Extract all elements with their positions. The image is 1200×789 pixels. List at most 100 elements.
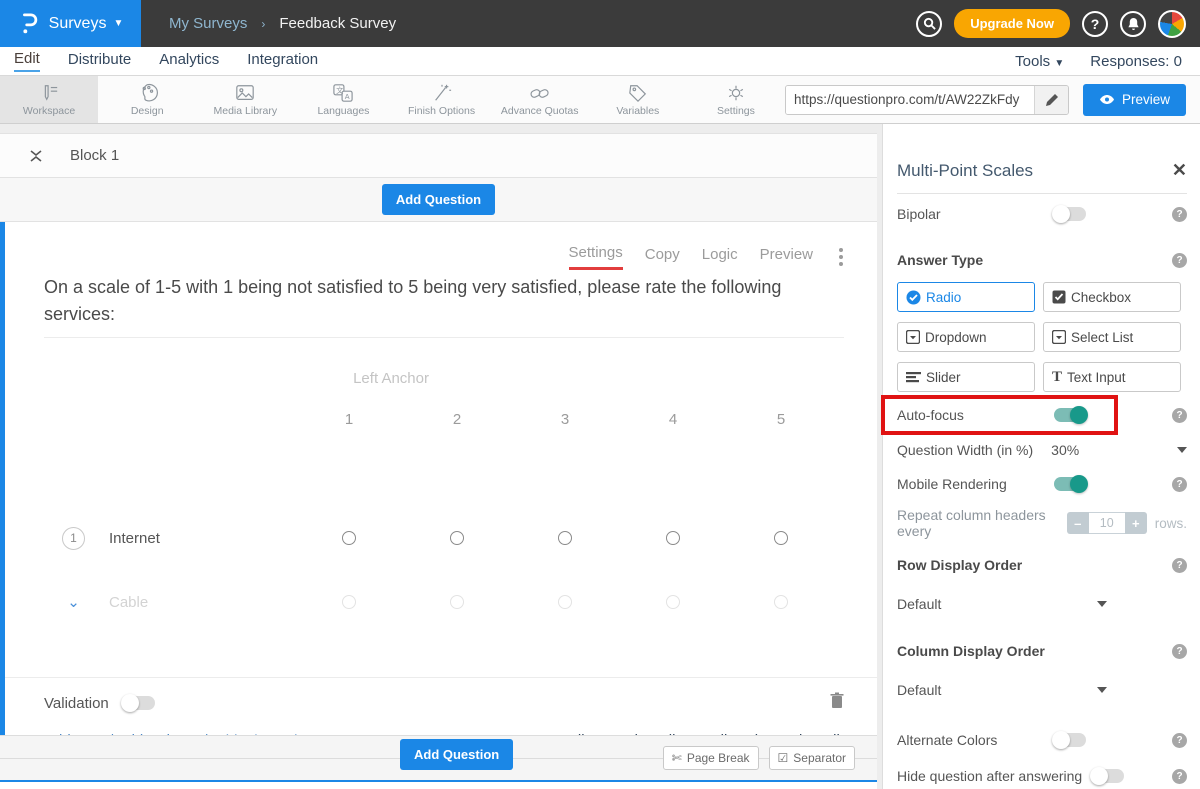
preview-button[interactable]: Preview bbox=[1083, 84, 1186, 116]
column-display-order-label: Column Display Order bbox=[897, 643, 1045, 659]
breadcrumb-my-surveys[interactable]: My Surveys bbox=[169, 15, 247, 32]
answer-type-dropdown[interactable]: Dropdown bbox=[897, 322, 1035, 352]
matrix-table: Left Anchor Right Anchor 1 2 3 4 5 1 bbox=[44, 352, 844, 634]
left-anchor-label[interactable]: Left Anchor bbox=[287, 370, 496, 387]
column-header-1[interactable]: 1 bbox=[295, 411, 403, 428]
column-header-2[interactable]: 2 bbox=[403, 411, 511, 428]
radio-cable-4[interactable] bbox=[666, 595, 680, 609]
search-button[interactable] bbox=[916, 11, 942, 37]
tab-analytics[interactable]: Analytics bbox=[159, 51, 219, 71]
column-display-order-select[interactable]: Default bbox=[897, 682, 1187, 698]
survey-url-input[interactable] bbox=[786, 86, 1034, 114]
add-question-button-bottom[interactable]: Add Question bbox=[400, 739, 513, 770]
radio-internet-3[interactable] bbox=[558, 531, 572, 545]
row-number-badge[interactable]: 1 bbox=[62, 527, 85, 550]
help-button[interactable]: ? bbox=[1082, 11, 1108, 37]
question-width-value[interactable]: 30% bbox=[1051, 442, 1079, 458]
search-icon bbox=[923, 17, 936, 30]
column-header-4[interactable]: 4 bbox=[619, 411, 727, 428]
help-icon[interactable]: ? bbox=[1172, 207, 1187, 222]
column-header-3[interactable]: 3 bbox=[511, 411, 619, 428]
repeat-headers-input[interactable] bbox=[1089, 512, 1125, 534]
chevron-down-icon[interactable] bbox=[1097, 601, 1107, 607]
column-header-5[interactable]: 5 bbox=[727, 411, 835, 428]
radio-internet-5[interactable] bbox=[774, 531, 788, 545]
toolbar-item-settings[interactable]: Settings bbox=[687, 76, 785, 123]
tab-edit[interactable]: Edit bbox=[14, 50, 40, 72]
question-width-row[interactable]: Question Width (in %) 30% bbox=[897, 442, 1187, 458]
row-label-cable[interactable]: Cable bbox=[109, 594, 148, 611]
matrix-row-internet: 1 Internet bbox=[44, 506, 844, 570]
answer-type-slider[interactable]: Slider bbox=[897, 362, 1035, 392]
row-label-internet[interactable]: Internet bbox=[109, 530, 160, 547]
question-tab-copy[interactable]: Copy bbox=[645, 246, 680, 269]
user-avatar[interactable] bbox=[1158, 10, 1186, 38]
collapse-block-button[interactable] bbox=[30, 150, 42, 162]
radio-internet-1[interactable] bbox=[342, 531, 356, 545]
responses-count[interactable]: Responses: 0 bbox=[1090, 53, 1182, 70]
radio-cable-1[interactable] bbox=[342, 595, 356, 609]
bipolar-toggle[interactable] bbox=[1052, 204, 1088, 224]
select-list-icon bbox=[1052, 330, 1066, 344]
question-tab-preview[interactable]: Preview bbox=[760, 246, 813, 269]
chevron-down-icon[interactable] bbox=[1177, 447, 1187, 453]
help-icon[interactable]: ? bbox=[1172, 644, 1187, 659]
separator-button[interactable]: ☑Separator bbox=[769, 746, 855, 770]
translate-icon: 文A bbox=[332, 83, 354, 103]
question-text[interactable]: On a scale of 1-5 with 1 being not satis… bbox=[44, 274, 814, 328]
column-display-order-value[interactable]: Default bbox=[897, 682, 941, 698]
toolbar-item-languages[interactable]: 文A Languages bbox=[294, 76, 392, 123]
close-icon[interactable]: ✕ bbox=[1172, 160, 1187, 181]
validation-row: Validation bbox=[44, 692, 844, 714]
question-tab-logic[interactable]: Logic bbox=[702, 246, 738, 269]
toolbar-item-design[interactable]: Design bbox=[98, 76, 196, 123]
row-display-order-select[interactable]: Default bbox=[897, 596, 1187, 612]
chevron-down-icon[interactable] bbox=[1097, 687, 1107, 693]
validation-toggle[interactable] bbox=[121, 693, 157, 713]
notifications-button[interactable] bbox=[1120, 11, 1146, 37]
bipolar-row: Bipolar ? bbox=[897, 206, 1187, 222]
tab-integration[interactable]: Integration bbox=[247, 51, 318, 71]
toolbar-item-media-library[interactable]: Media Library bbox=[196, 76, 294, 123]
radio-internet-4[interactable] bbox=[666, 531, 680, 545]
answer-type-select-list[interactable]: Select List bbox=[1043, 322, 1181, 352]
minus-button[interactable]: – bbox=[1067, 512, 1089, 534]
toolbar-item-workspace[interactable]: Workspace bbox=[0, 76, 98, 123]
hide-question-toggle[interactable] bbox=[1090, 766, 1126, 786]
question-tab-settings[interactable]: Settings bbox=[569, 244, 623, 270]
radio-cable-2[interactable] bbox=[450, 595, 464, 609]
checkbox-icon bbox=[1052, 290, 1066, 304]
help-icon[interactable]: ? bbox=[1172, 253, 1187, 268]
block-title[interactable]: Block 1 bbox=[70, 147, 119, 164]
upgrade-now-button[interactable]: Upgrade Now bbox=[954, 9, 1070, 38]
help-icon[interactable]: ? bbox=[1172, 477, 1187, 492]
answer-type-text-input[interactable]: T Text Input bbox=[1043, 362, 1181, 392]
next-question-card-edge bbox=[0, 782, 877, 789]
answer-type-radio[interactable]: Radio bbox=[897, 282, 1035, 312]
radio-cable-3[interactable] bbox=[558, 595, 572, 609]
tools-menu[interactable]: Tools ▼ bbox=[1015, 53, 1064, 70]
help-icon[interactable]: ? bbox=[1172, 558, 1187, 573]
product-menu[interactable]: Surveys ▼ bbox=[0, 0, 141, 47]
question-more-menu[interactable] bbox=[835, 246, 847, 268]
help-icon[interactable]: ? bbox=[1172, 769, 1187, 784]
row-display-order-value[interactable]: Default bbox=[897, 596, 941, 612]
alternate-colors-toggle[interactable] bbox=[1052, 730, 1088, 750]
tab-distribute[interactable]: Distribute bbox=[68, 51, 131, 71]
page-break-button[interactable]: ✄Page Break bbox=[663, 746, 759, 770]
plus-button[interactable]: + bbox=[1125, 512, 1147, 534]
auto-focus-toggle[interactable] bbox=[1052, 405, 1088, 425]
edit-url-button[interactable] bbox=[1034, 86, 1068, 114]
toolbar-item-variables[interactable]: Variables bbox=[589, 76, 687, 123]
toolbar-item-advance-quotas[interactable]: Advance Quotas bbox=[491, 76, 589, 123]
add-question-button-top[interactable]: Add Question bbox=[382, 184, 495, 215]
chevron-down-icon[interactable]: ⌄ bbox=[62, 593, 85, 611]
help-icon[interactable]: ? bbox=[1172, 408, 1187, 423]
toolbar-item-finish-options[interactable]: Finish Options bbox=[393, 76, 491, 123]
mobile-rendering-toggle[interactable] bbox=[1052, 474, 1088, 494]
help-icon[interactable]: ? bbox=[1172, 733, 1187, 748]
delete-question-button[interactable] bbox=[830, 692, 844, 714]
answer-type-checkbox[interactable]: Checkbox bbox=[1043, 282, 1181, 312]
radio-cable-5[interactable] bbox=[774, 595, 788, 609]
radio-internet-2[interactable] bbox=[450, 531, 464, 545]
